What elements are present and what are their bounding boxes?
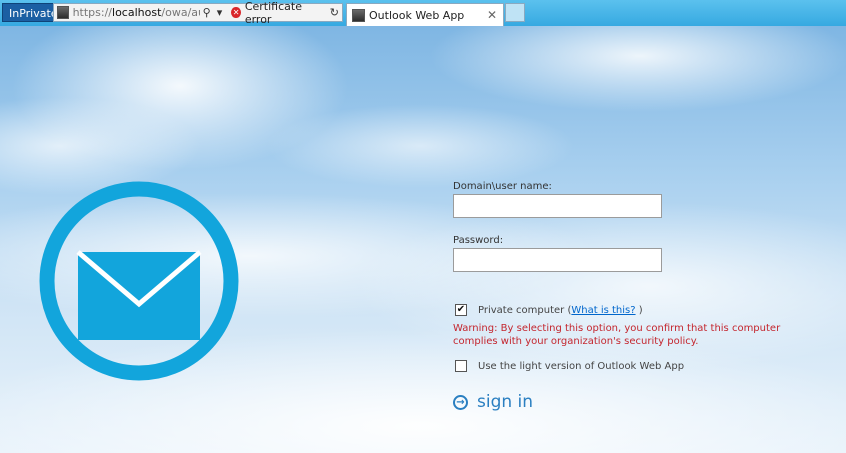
sign-in-button[interactable]: → sign in — [453, 392, 533, 412]
url-path: /owa/auth/logor — [161, 6, 199, 19]
light-version-checkbox[interactable] — [455, 360, 467, 372]
sign-in-label: sign in — [477, 392, 534, 412]
username-input[interactable] — [453, 194, 662, 218]
url-host: localhost — [112, 6, 162, 19]
refresh-icon[interactable]: ↻ — [330, 6, 339, 19]
private-computer-checkbox[interactable]: ✔ — [455, 304, 467, 316]
password-input[interactable] — [453, 248, 662, 272]
private-computer-text: Private computer — [478, 305, 565, 316]
new-tab-button[interactable] — [505, 3, 525, 22]
login-page: Domain\user name: Password: ✔ Private co… — [0, 26, 846, 453]
browser-toolbar: InPrivate https://localhost/owa/auth/log… — [0, 0, 846, 27]
username-label: Domain\user name: — [453, 181, 552, 192]
address-url[interactable]: https://localhost/owa/auth/logor — [73, 6, 200, 19]
certificate-error-button[interactable]: Certificate error — [245, 0, 321, 26]
dropdown-icon[interactable]: ▾ — [217, 6, 223, 19]
private-computer-label: Private computer (What is this? ) — [478, 305, 643, 316]
light-version-label: Use the light version of Outlook Web App — [478, 361, 685, 372]
tab-favicon-icon — [352, 8, 365, 22]
arrow-right-circle-icon: → — [453, 394, 468, 410]
tab-outlook-web-app[interactable]: Outlook Web App ✕ — [346, 3, 504, 26]
tab-title: Outlook Web App — [369, 8, 465, 22]
search-icon[interactable]: ⚲ — [203, 6, 211, 19]
address-bar[interactable]: https://localhost/owa/auth/logor ⚲ ▾ ✕ C… — [53, 0, 343, 26]
mail-envelope-logo — [39, 181, 239, 381]
what-is-this-link[interactable]: What is this? — [571, 305, 635, 316]
close-icon[interactable]: ✕ — [485, 8, 499, 22]
password-label: Password: — [453, 235, 504, 246]
paren-close: ) — [638, 305, 643, 316]
certificate-error-icon: ✕ — [231, 7, 241, 18]
private-computer-warning: Warning: By selecting this option, you c… — [453, 323, 781, 347]
url-scheme: https:// — [72, 6, 113, 19]
site-favicon-icon — [57, 6, 69, 19]
